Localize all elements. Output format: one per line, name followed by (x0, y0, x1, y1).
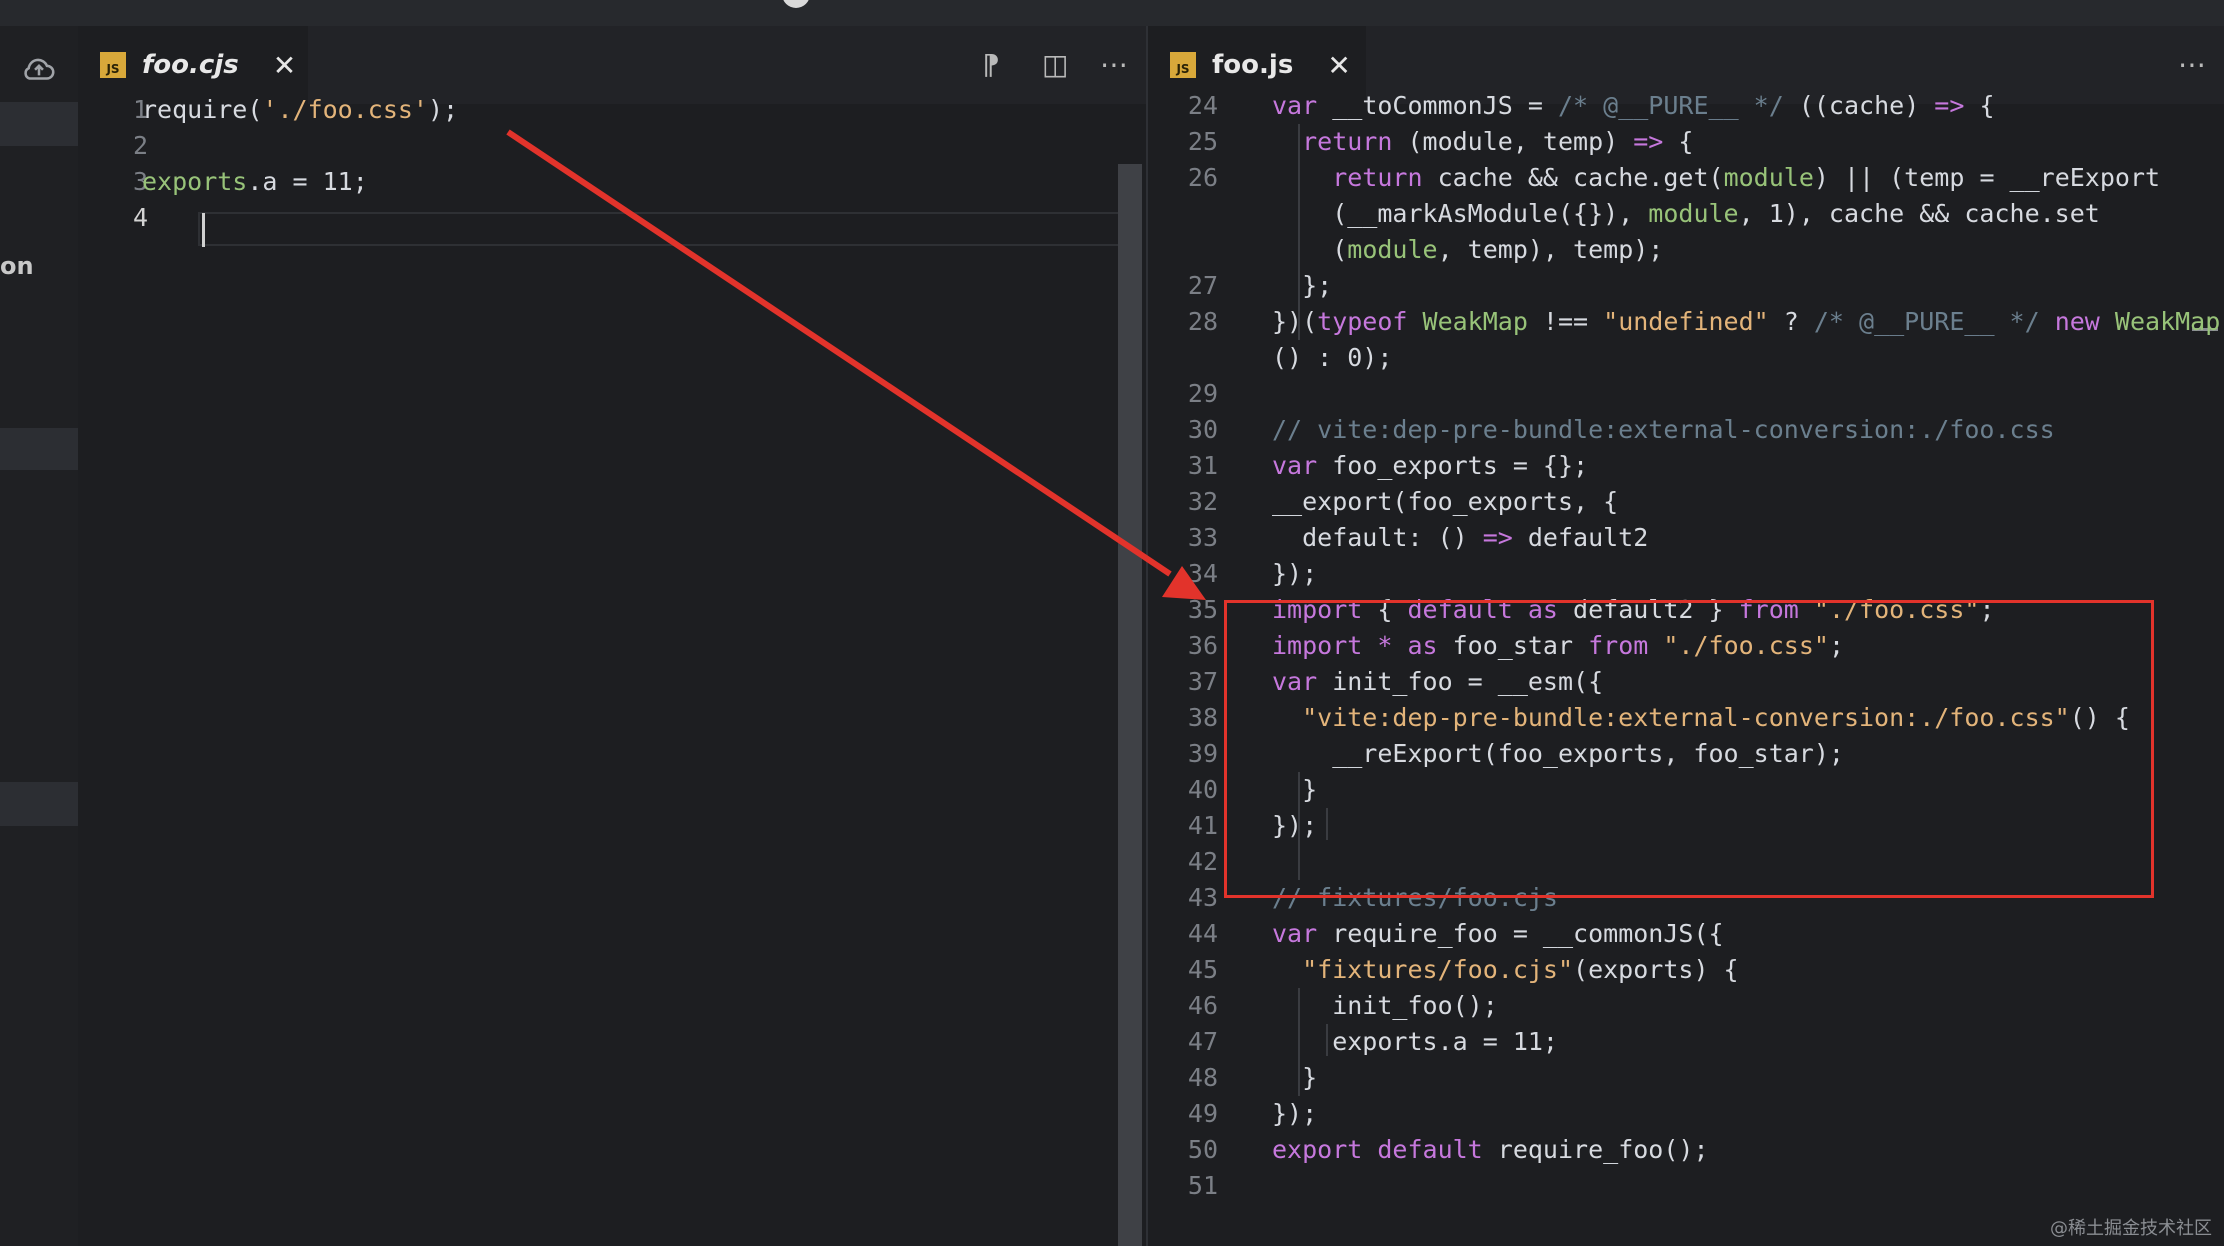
annotation-arrow (506, 129, 1206, 600)
watermark: @稀土掘金技术社区 (2050, 1218, 2212, 1239)
